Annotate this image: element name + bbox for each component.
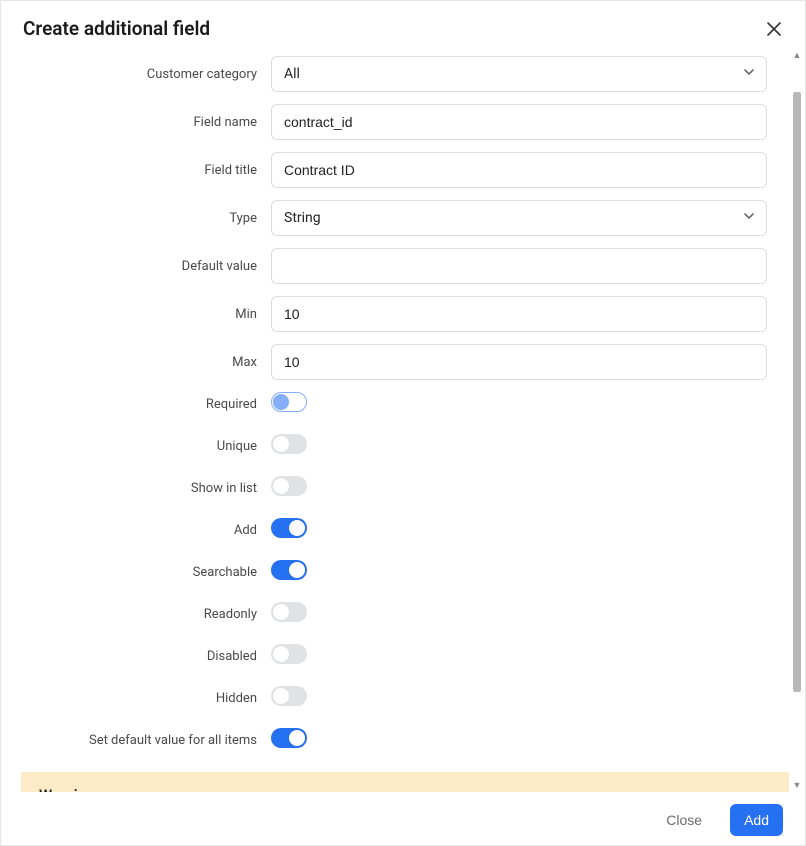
scroll-up-icon[interactable]: ▲: [791, 50, 803, 62]
label-readonly: Readonly: [23, 607, 271, 622]
close-icon[interactable]: [765, 20, 783, 38]
close-button[interactable]: Close: [652, 804, 716, 836]
label-searchable: Searchable: [23, 565, 271, 580]
dialog-footer: Close Add: [1, 795, 805, 845]
field-title-input[interactable]: [271, 152, 767, 188]
scrollbar-track[interactable]: [793, 64, 801, 778]
dialog-body: Customer category All Field name Field t…: [1, 50, 805, 792]
label-field-name: Field name: [23, 115, 271, 130]
label-hidden: Hidden: [23, 691, 271, 706]
label-customer-category: Customer category: [23, 67, 271, 82]
label-field-title: Field title: [23, 163, 271, 178]
label-max: Max: [23, 355, 271, 370]
label-min: Min: [23, 307, 271, 322]
chevron-down-icon: [742, 65, 756, 83]
required-toggle[interactable]: [271, 392, 307, 412]
type-select[interactable]: String: [271, 200, 767, 236]
add-button[interactable]: Add: [730, 804, 783, 836]
min-input[interactable]: [271, 296, 767, 332]
max-input[interactable]: [271, 344, 767, 380]
field-name-input[interactable]: [271, 104, 767, 140]
warning-title: Warning: [39, 786, 771, 792]
readonly-toggle[interactable]: [271, 602, 307, 622]
dialog-header: Create additional field: [1, 1, 805, 50]
label-disabled: Disabled: [23, 649, 271, 664]
label-required: Required: [23, 397, 271, 412]
warning-panel: Warning All recorded values will be over…: [21, 772, 789, 792]
show-in-list-toggle[interactable]: [271, 476, 307, 496]
set-default-all-toggle[interactable]: [271, 728, 307, 748]
searchable-toggle[interactable]: [271, 560, 307, 580]
label-add: Add: [23, 523, 271, 538]
label-default-value: Default value: [23, 259, 271, 274]
hidden-toggle[interactable]: [271, 686, 307, 706]
default-value-input[interactable]: [271, 248, 767, 284]
label-set-default-all: Set default value for all items: [23, 733, 271, 748]
scrollbar-thumb[interactable]: [793, 92, 801, 692]
type-value: String: [284, 210, 321, 226]
add-toggle[interactable]: [271, 518, 307, 538]
customer-category-select[interactable]: All: [271, 56, 767, 92]
label-show-in-list: Show in list: [23, 481, 271, 496]
unique-toggle[interactable]: [271, 434, 307, 454]
chevron-down-icon: [742, 209, 756, 227]
scrollbar[interactable]: ▲ ▼: [791, 50, 803, 792]
dialog-title: Create additional field: [23, 17, 210, 40]
scroll-down-icon[interactable]: ▼: [791, 780, 803, 792]
customer-category-value: All: [284, 66, 300, 82]
disabled-toggle[interactable]: [271, 644, 307, 664]
label-unique: Unique: [23, 439, 271, 454]
label-type: Type: [23, 211, 271, 226]
